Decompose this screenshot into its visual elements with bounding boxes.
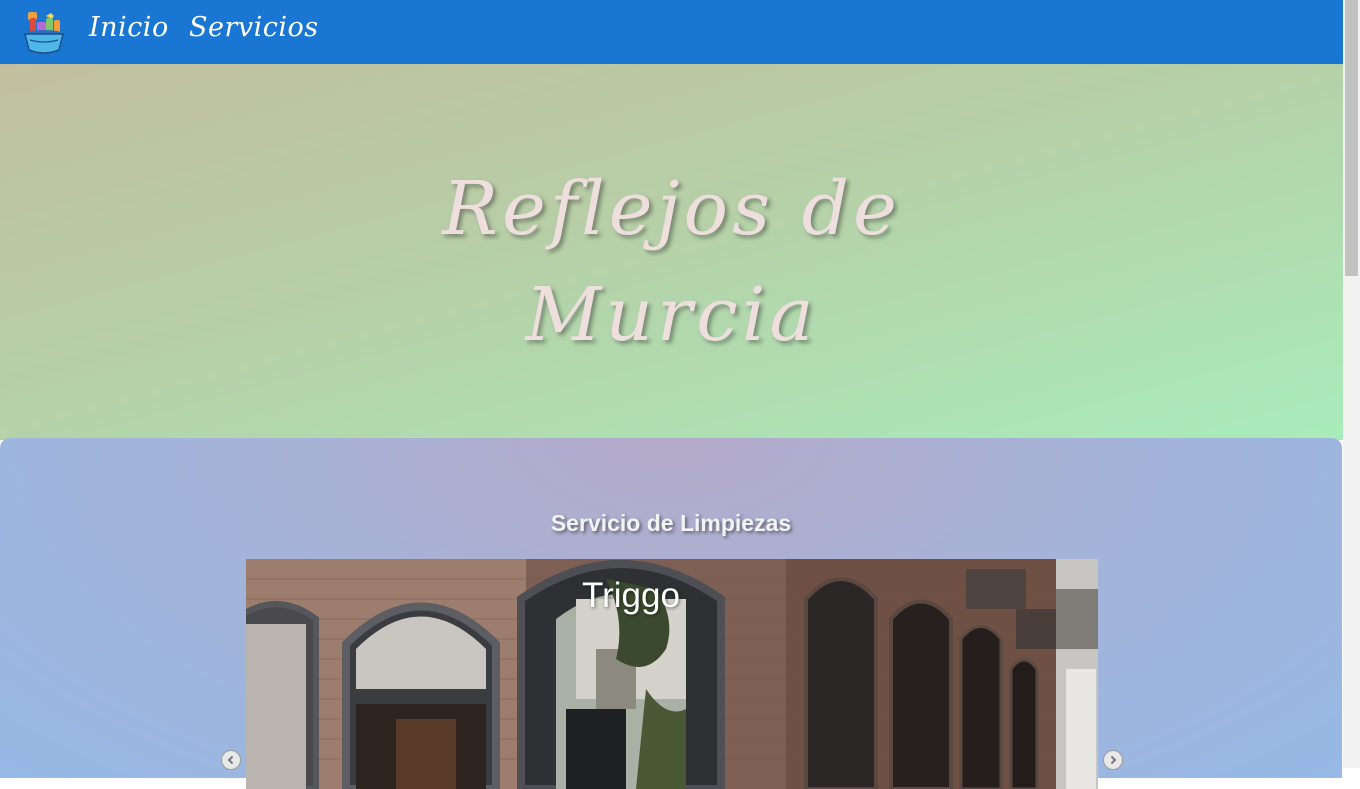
services-carousel[interactable]: Triggo xyxy=(246,559,1098,789)
cleaning-bucket-logo-icon[interactable] xyxy=(22,10,66,54)
hero-title: Reflejos de Murcia xyxy=(0,156,1343,368)
navbar: Inicio Servicios xyxy=(0,0,1343,64)
hero-title-line-2: Murcia xyxy=(525,272,818,358)
carousel-prev-button[interactable] xyxy=(221,750,241,770)
chevron-right-icon xyxy=(1110,755,1117,765)
services-section: Servicio de Limpiezas Triggo xyxy=(0,438,1342,789)
services-heading: Servicio de Limpiezas xyxy=(550,510,792,536)
slide-caption: Triggo xyxy=(582,576,680,615)
hero-banner: Reflejos de Murcia xyxy=(0,64,1343,440)
scrollbar-thumb[interactable] xyxy=(1345,0,1358,276)
carousel-next-button[interactable] xyxy=(1103,750,1123,770)
chevron-left-icon xyxy=(227,755,234,765)
hero-title-line-1: Reflejos de xyxy=(442,166,901,252)
nav-link-inicio[interactable]: Inicio xyxy=(89,12,169,43)
nav-link-servicios[interactable]: Servicios xyxy=(189,12,319,43)
page-scrollbar[interactable] xyxy=(1343,0,1360,768)
